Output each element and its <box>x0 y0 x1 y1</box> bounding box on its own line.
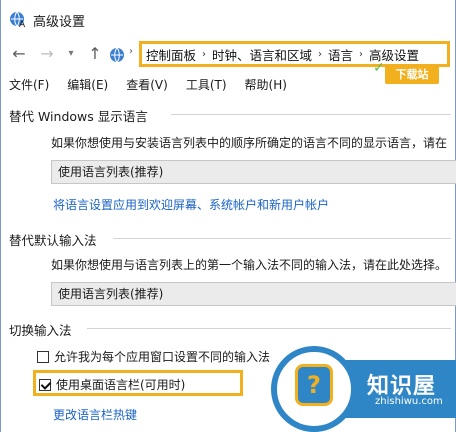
display-language-description: 如果你想使用与安装语言列表中的顺序所确定的语言不同的显示语言，请在 <box>51 136 448 150</box>
back-arrow-icon[interactable]: ← <box>9 44 29 64</box>
breadcrumb-separator-icon[interactable]: › <box>356 49 366 60</box>
desktop-language-bar-checkbox[interactable] <box>39 378 51 391</box>
desktop-language-bar-label: 使用桌面语言栏(可用时) <box>56 378 186 392</box>
input-method-heading: 替代默认输入法 <box>9 233 97 248</box>
per-app-input-label: 允许我为每个应用窗口设置不同的输入法 <box>54 350 271 364</box>
display-language-select[interactable]: 使用语言列表(推荐) <box>51 160 456 184</box>
breadcrumb-item-language[interactable]: 语言 <box>325 45 356 64</box>
per-app-input-checkbox[interactable] <box>37 350 49 363</box>
language-settings-icon: A <box>10 11 26 28</box>
title-bar: A 高级设置 <box>1 0 455 38</box>
svg-text:A: A <box>19 20 26 28</box>
section-divider <box>171 114 451 115</box>
section-divider <box>87 328 451 329</box>
breadcrumb-separator-icon[interactable]: › <box>315 49 325 60</box>
desktop-language-bar-option[interactable]: 使用桌面语言栏(可用时) <box>39 376 185 393</box>
download-watermark-icon: ✓ <box>373 60 385 76</box>
question-mark-icon: ? <box>295 364 333 406</box>
recent-locations-dropdown-icon[interactable]: ▾ <box>61 44 81 64</box>
per-app-input-option[interactable]: 允许我为每个应用窗口设置不同的输入法 <box>37 348 270 365</box>
input-method-select[interactable]: 使用语言列表(推荐) <box>51 282 456 306</box>
up-arrow-icon[interactable]: ↑ <box>85 44 105 64</box>
switch-input-heading: 切换输入法 <box>9 323 72 338</box>
breadcrumb-item-control-panel[interactable]: 控制面板 <box>143 45 199 64</box>
section-divider <box>113 238 451 239</box>
forward-arrow-icon[interactable]: → <box>37 44 57 64</box>
menu-bar: 文件(F) 编辑(E) 查看(V) 工具(T) 帮助(H) <box>9 76 305 94</box>
logo-circle: ? <box>271 346 357 432</box>
download-site-watermark: 下载站 <box>385 66 439 84</box>
menu-help[interactable]: 帮助(H) <box>245 76 287 94</box>
change-language-bar-hotkeys-link[interactable]: 更改语言栏热键 <box>53 406 137 423</box>
address-chevron-icon[interactable]: › <box>129 46 133 57</box>
menu-edit[interactable]: 编辑(E) <box>67 76 108 94</box>
window-title: 高级设置 <box>33 15 86 30</box>
zhishiwu-logo: ? 知识屋 zhishiwu.com <box>271 346 456 432</box>
input-method-description: 如果你想使用与语言列表上的第一个输入法不同的输入法，请在此处选择。 <box>51 258 448 272</box>
menu-tools[interactable]: 工具(T) <box>186 76 227 94</box>
control-panel-location-icon <box>110 47 124 63</box>
settings-window: A 高级设置 ← → ▾ ↑ › 控制面板 › 时钟、语言和区域 › 语言 › … <box>0 0 456 432</box>
apply-language-settings-link[interactable]: 将语言设置应用到欢迎屏幕、系统帐户和新用户帐户 <box>53 196 329 213</box>
menu-file[interactable]: 文件(F) <box>9 76 49 94</box>
breadcrumb-separator-icon[interactable]: › <box>199 49 209 60</box>
logo-subtitle: zhishiwu.com <box>375 396 443 407</box>
menu-view[interactable]: 查看(V) <box>126 76 168 94</box>
breadcrumb-item-clock-language-region[interactable]: 时钟、语言和区域 <box>209 45 315 64</box>
display-language-heading: 替代 Windows 显示语言 <box>9 109 148 124</box>
